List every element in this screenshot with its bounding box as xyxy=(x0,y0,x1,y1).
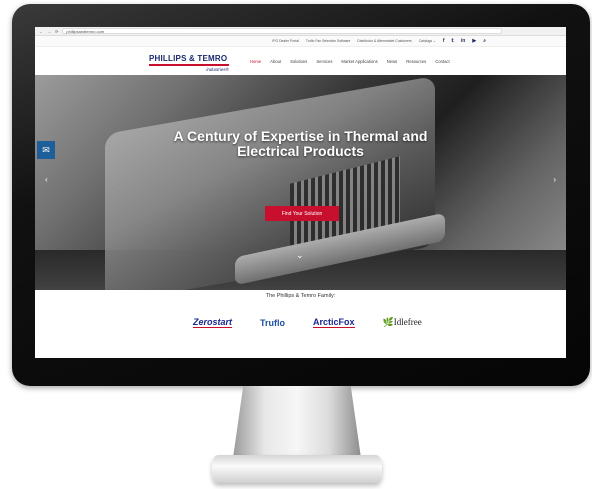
utility-link-truflo-software[interactable]: Truflo Fan Selection Software xyxy=(306,39,351,43)
nav-item-market-applications[interactable]: Market Applications xyxy=(341,59,377,64)
catalogs-label: Catalogs xyxy=(418,39,433,43)
monitor-stand-base xyxy=(212,455,382,483)
hero-headline: A Century of Expertise in Thermal and El… xyxy=(35,129,566,159)
utility-link-catalogs[interactable]: Catalogs ⌄ xyxy=(419,39,436,43)
logo-name: PHILLIPS & TEMRO xyxy=(149,54,228,63)
back-arrow-icon[interactable]: ← xyxy=(39,29,43,34)
reload-icon[interactable]: ⟳ xyxy=(55,29,58,34)
company-logo[interactable]: PHILLIPS & TEMRO industries® xyxy=(149,54,229,72)
hero-headline-line2: Electrical Products xyxy=(237,143,364,159)
logo-underline xyxy=(149,64,229,66)
chevron-down-icon: ⌄ xyxy=(433,39,436,43)
brand-logo-zerostart[interactable]: Zerostart xyxy=(193,317,233,328)
slider-prev-icon[interactable]: ‹ xyxy=(45,175,48,184)
brand-logo-idlefree[interactable]: 🌿Idlefree xyxy=(383,317,422,328)
twitter-icon[interactable]: 𝕥 xyxy=(452,38,454,44)
hero-headline-line1: A Century of Expertise in Thermal and xyxy=(173,128,428,144)
brand-logo-truflo[interactable]: Truflo xyxy=(260,318,285,328)
nav-item-home[interactable]: Home xyxy=(250,59,261,64)
idlefree-label: Idlefree xyxy=(393,317,422,327)
leaf-icon: 🌿 xyxy=(382,317,394,327)
brand-family-section: The Phillips & Temro Family: Zerostart T… xyxy=(35,290,566,358)
nav-item-news[interactable]: News xyxy=(387,59,397,64)
brand-logos: Zerostart Truflo ArcticFox 🌿Idlefree xyxy=(193,317,422,328)
youtube-icon[interactable]: ▶ xyxy=(472,38,476,44)
logo-subtitle: industries® xyxy=(206,66,229,72)
url-field[interactable]: phillipsandtemro.com xyxy=(62,28,503,34)
find-solution-button[interactable]: Find Your Solution xyxy=(265,206,339,221)
nav-item-about[interactable]: About xyxy=(270,59,281,64)
brand-logo-arcticfox[interactable]: ArcticFox xyxy=(313,317,355,328)
linkedin-icon[interactable]: in xyxy=(461,38,465,44)
utility-link-distributor[interactable]: Distributor & Aftermarket Customers xyxy=(357,39,411,43)
slider-next-icon[interactable]: › xyxy=(553,175,556,184)
nav-menu: Home About Solutions Services Market App… xyxy=(250,59,450,64)
main-navigation: PHILLIPS & TEMRO industries® Home About … xyxy=(35,47,566,75)
address-bar: ← → ⟳ phillipsandtemro.com xyxy=(35,27,566,36)
utility-link-dealer-portal[interactable]: IPG Dealer Portal xyxy=(272,39,299,43)
nav-item-services[interactable]: Services xyxy=(316,59,332,64)
nav-item-resources[interactable]: Resources xyxy=(406,59,426,64)
nav-item-solutions[interactable]: Solutions xyxy=(290,59,307,64)
monitor-stand-neck xyxy=(233,386,361,458)
hero-slider: ✉ A Century of Expertise in Thermal and … xyxy=(35,75,566,290)
monitor-mockup: ← → ⟳ phillipsandtemro.com IPG Dealer Po… xyxy=(0,0,592,489)
family-title: The Phillips & Temro Family: xyxy=(265,293,336,299)
browser-window: ← → ⟳ phillipsandtemro.com IPG Dealer Po… xyxy=(35,27,566,358)
search-icon[interactable]: ⌕ xyxy=(483,38,486,44)
nav-item-contact[interactable]: Contact xyxy=(435,59,449,64)
utility-bar: IPG Dealer Portal Truflo Fan Selection S… xyxy=(35,36,566,47)
forward-arrow-icon[interactable]: → xyxy=(47,29,51,34)
facebook-icon[interactable]: f xyxy=(443,38,445,44)
chevron-down-icon[interactable]: ⌄ xyxy=(296,250,304,261)
